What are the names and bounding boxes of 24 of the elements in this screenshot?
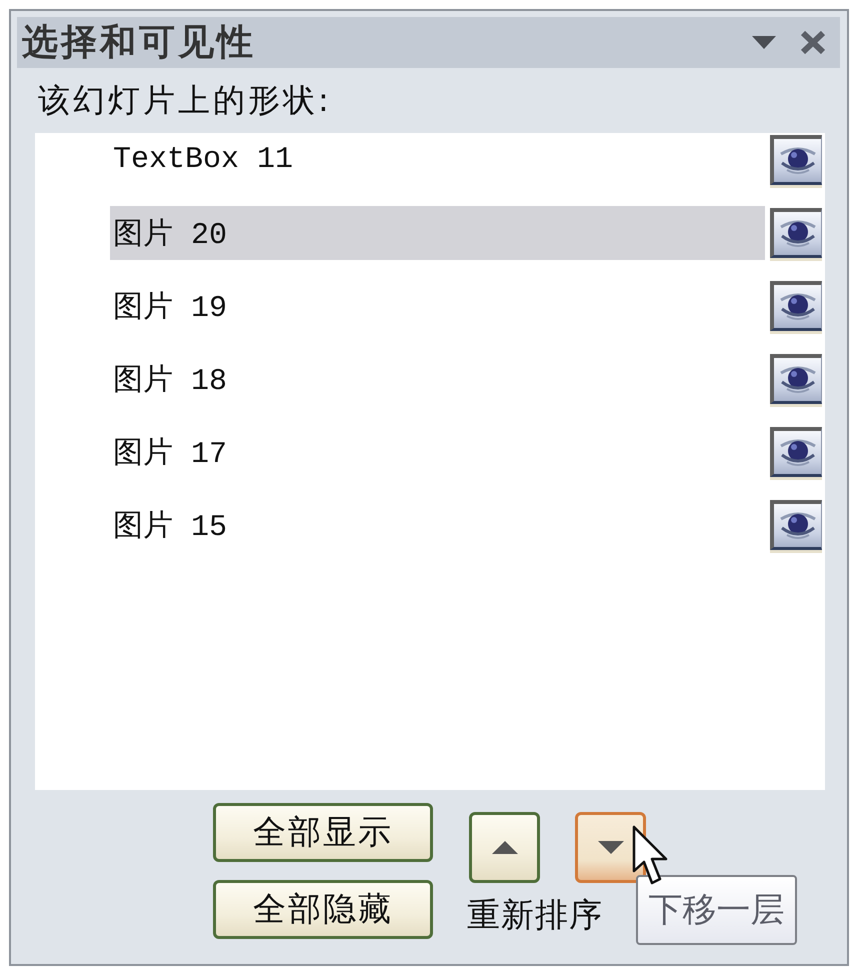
visibility-toggle-button[interactable] (770, 208, 822, 258)
show-all-button[interactable]: 全部显示 (213, 803, 433, 862)
visibility-toggle-button[interactable] (770, 500, 822, 550)
shape-item[interactable]: 图片 18 (110, 352, 765, 406)
shape-item[interactable]: 图片 20 (110, 206, 765, 260)
close-icon[interactable] (800, 30, 826, 55)
shape-item[interactable]: TextBox 11 (110, 133, 765, 187)
visibility-toggle-button[interactable] (770, 281, 822, 331)
pane-title: 选择和可见性 (22, 21, 257, 65)
hide-all-button[interactable]: 全部隐藏 (213, 880, 433, 939)
reorder-label: 重新排序 (467, 894, 603, 936)
visibility-toggle-button[interactable] (770, 354, 822, 404)
tooltip: 下移一层 (636, 875, 797, 945)
shape-item[interactable]: 图片 15 (110, 498, 765, 552)
visibility-toggle-button[interactable] (770, 427, 822, 477)
shapes-label: 该幻灯片上的形状: (38, 80, 332, 120)
visibility-toggle-button[interactable] (770, 135, 822, 185)
mouse-pointer-icon (632, 825, 670, 887)
move-up-button[interactable] (469, 812, 540, 883)
shape-item[interactable]: 图片 19 (110, 279, 765, 333)
caret-up-icon (492, 841, 518, 854)
shape-item[interactable]: 图片 17 (110, 425, 765, 479)
caret-down-icon (598, 841, 624, 854)
caret-down-icon[interactable] (752, 36, 776, 49)
